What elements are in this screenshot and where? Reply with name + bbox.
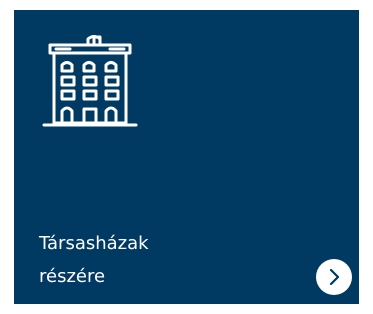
tile-label-line-2: részére [39, 266, 106, 287]
chevron-right-icon [329, 268, 340, 286]
tile-label-line-1: Társasházak [39, 233, 149, 254]
open-tile-button[interactable] [316, 259, 352, 295]
tile-label[interactable]: Társasházak részére [39, 227, 259, 293]
condominium-tile[interactable]: Társasházak részére [14, 10, 359, 304]
apartment-building-icon [42, 35, 138, 127]
